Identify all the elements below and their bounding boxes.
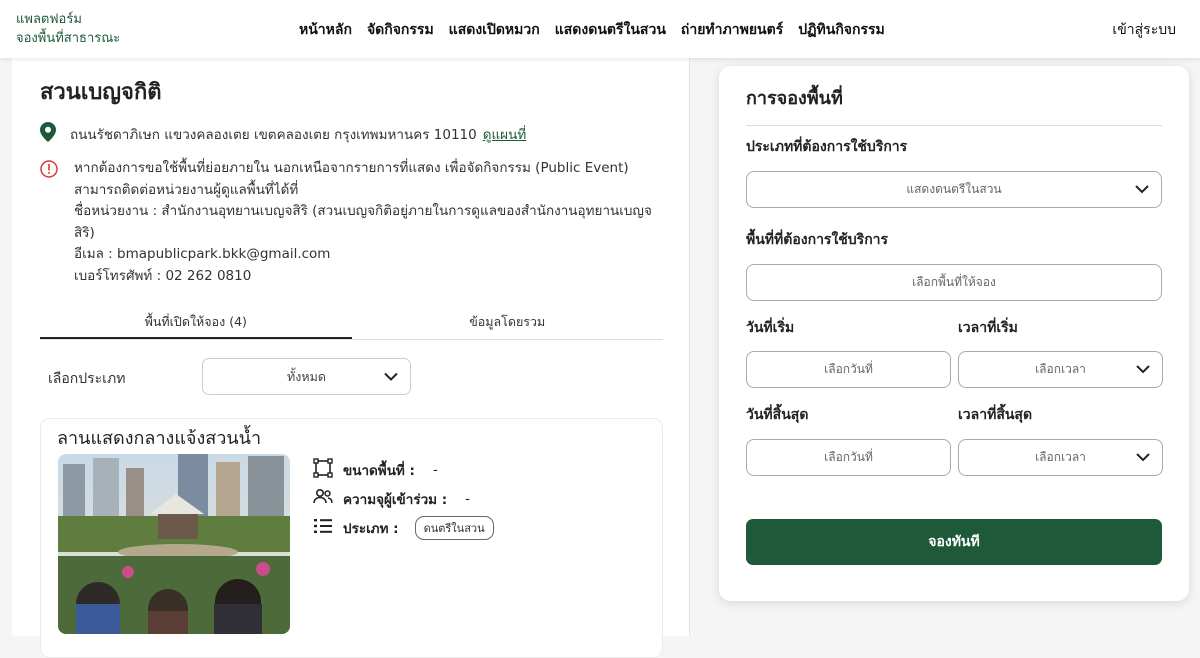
space-select[interactable]: เลือกพื้นที่ให้จอง: [746, 264, 1162, 301]
detail-tabs: พื้นที่เปิดให้จอง (4) ข้อมูลโดยรวม: [40, 308, 663, 340]
start-date-label: วันที่เริ่ม: [746, 320, 795, 336]
top-navbar: แพลตฟอร์ม จองพื้นที่สาธารณะ หน้าหลัก จัด…: [0, 0, 1200, 58]
park-title: สวนเบญจกิติ: [40, 80, 162, 105]
space-placeholder: เลือกพื้นที่ให้จอง: [912, 275, 996, 289]
venue-card[interactable]: ลานแสดงกลางแจ้งสวนน้ำ ขนาดพื้นที่: - คว…: [40, 418, 663, 658]
venue-meta: ขนาดพื้นที่ : - ความจุผู้เข้าร่วม : - ปร…: [313, 455, 494, 542]
chevron-down-icon: [1136, 363, 1150, 377]
chevron-down-icon: [384, 369, 398, 384]
start-time-label: เวลาที่เริ่ม: [958, 320, 1018, 336]
tab-open-spaces[interactable]: พื้นที่เปิดให้จอง (4): [40, 308, 352, 339]
end-date-picker[interactable]: เลือกวันที่: [746, 439, 951, 476]
end-time-label: เวลาที่สิ้นสุด: [958, 407, 1033, 423]
info-line: สิริ): [74, 224, 95, 241]
end-time-placeholder: เลือกเวลา: [1035, 450, 1086, 464]
book-now-button[interactable]: จองทันที: [746, 519, 1162, 565]
venue-type-tag: ดนตรีในสวน: [414, 515, 494, 540]
main-nav: หน้าหลัก จัดกิจกรรม แสดงเปิดหมวก แสดงดนต…: [299, 19, 885, 41]
venue-size-row: ขนาดพื้นที่ : -: [313, 455, 494, 484]
start-time-select[interactable]: เลือกเวลา: [958, 351, 1163, 388]
nav-item-home[interactable]: หน้าหลัก: [299, 19, 352, 41]
area-size-icon: [313, 457, 333, 482]
space-label: พื้นที่ที่ต้องการใช้บริการ: [746, 232, 889, 248]
type-filter-label: เลือกประเภท: [48, 371, 126, 387]
chevron-down-icon: [1135, 183, 1149, 197]
view-map-link[interactable]: ดูแผนที่: [483, 127, 527, 143]
nav-item-filming[interactable]: ถ่ายทำภาพยนตร์: [681, 19, 783, 41]
tab-overview[interactable]: ข้อมูลโดยรวม: [352, 308, 664, 339]
contact-info-text: หากต้องการขอใช้พื้นที่ย่อยภายใน นอกเหนือ…: [74, 158, 664, 288]
address-text: ถนนรัชดาภิเษก แขวงคลองเตย เขตคลองเตย กรุ…: [70, 127, 477, 143]
nav-item-busking[interactable]: แสดงเปิดหมวก: [449, 19, 540, 41]
type-filter-select[interactable]: ทั้งหมด: [202, 358, 411, 395]
list-icon: [313, 516, 333, 540]
info-line: ชื่อหน่วยงาน : สำนักงานอุทยานเบญจสิริ (ส…: [74, 203, 652, 220]
booking-form-title: การจองพื้นที่: [746, 88, 843, 109]
start-time-placeholder: เลือกเวลา: [1035, 362, 1086, 376]
venue-capacity-row: ความจุผู้เข้าร่วม : -: [313, 484, 494, 513]
nav-item-music-in-park[interactable]: แสดงดนตรีในสวน: [555, 19, 666, 41]
venue-capacity-label: ความจุผู้เข้าร่วม :: [343, 491, 448, 508]
venue-photo: [58, 454, 290, 634]
chevron-down-icon: [1136, 451, 1150, 465]
venue-size-label: ขนาดพื้นที่ :: [343, 462, 415, 479]
nav-item-organize-event[interactable]: จัดกิจกรรม: [367, 19, 434, 41]
nav-item-event-calendar[interactable]: ปฏิทินกิจกรรม: [798, 19, 885, 41]
info-icon: [40, 160, 58, 288]
info-line-email: อีเมล : bmapublicpark.bkk@gmail.com: [74, 246, 331, 263]
booking-form-card: การจองพื้นที่ ประเภทที่ต้องการใช้บริการ …: [719, 66, 1189, 601]
brand-line-1: แพลตฟอร์ม: [16, 12, 82, 27]
venue-type-row: ประเภท : ดนตรีในสวน: [313, 513, 494, 542]
service-type-value: แสดงดนตรีในสวน: [906, 182, 1002, 196]
login-link[interactable]: เข้าสู่ระบบ: [1112, 19, 1176, 41]
start-date-picker[interactable]: เลือกวันที่: [746, 351, 951, 388]
venue-size-value: -: [432, 461, 438, 478]
park-address: ถนนรัชดาภิเษก แขวงคลองเตย เขตคลองเตย กรุ…: [70, 123, 526, 145]
end-date-placeholder: เลือกวันที่: [824, 450, 873, 464]
people-icon: [313, 487, 333, 511]
map-pin-icon: [40, 122, 56, 146]
info-line: หากต้องการขอใช้พื้นที่ย่อยภายใน นอกเหนือ…: [74, 160, 629, 176]
info-line: สามารถติดต่อหน่วยงานผู้ดูแลพื้นที่ได้ที่: [74, 181, 299, 198]
venue-capacity-value: -: [465, 490, 471, 507]
venue-title: ลานแสดงกลางแจ้งสวนน้ำ: [57, 428, 262, 449]
end-date-label: วันที่สิ้นสุด: [746, 407, 809, 423]
contact-info-row: หากต้องการขอใช้พื้นที่ย่อยภายใน นอกเหนือ…: [40, 158, 664, 288]
info-line-phone: เบอร์โทรศัพท์ : 02 262 0810: [74, 267, 252, 284]
address-row: ถนนรัชดาภิเษก แขวงคลองเตย เขตคลองเตย กรุ…: [40, 122, 526, 146]
brand-line-2: จองพื้นที่สาธารณะ: [16, 31, 121, 46]
service-type-select[interactable]: แสดงดนตรีในสวน: [746, 171, 1162, 208]
booking-divider: [746, 125, 1162, 126]
type-filter-value: ทั้งหมด: [287, 368, 326, 384]
start-date-placeholder: เลือกวันที่: [824, 362, 873, 376]
service-type-label: ประเภทที่ต้องการใช้บริการ: [746, 139, 908, 155]
venue-type-label: ประเภท :: [343, 520, 399, 537]
end-time-select[interactable]: เลือกเวลา: [958, 439, 1163, 476]
brand-logo[interactable]: แพลตฟอร์ม จองพื้นที่สาธารณะ: [16, 10, 120, 48]
park-detail-panel: สวนเบญจกิติ ถนนรัชดาภิเษก แขวงคลองเตย เข…: [12, 58, 690, 658]
